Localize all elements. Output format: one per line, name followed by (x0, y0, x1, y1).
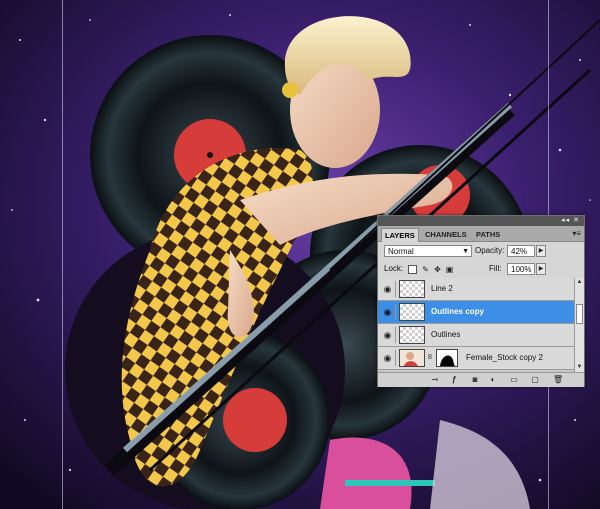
scroll-down-icon[interactable]: ▼ (575, 363, 584, 372)
eye-icon[interactable]: ◉ (380, 304, 396, 320)
layers-footer: ⊸ ƒ ◙ ◐ ▭ ▢ 🗑 (378, 372, 584, 387)
fill-label: Fill: (489, 264, 502, 273)
fill-input[interactable]: 100% (507, 263, 535, 275)
panel-titlebar[interactable]: ◂◂ ✕ (378, 216, 584, 226)
add-mask-icon[interactable]: ◙ (470, 375, 480, 385)
layer-name: Female_Stock copy 2 (466, 353, 543, 362)
layer-mask-thumbnail[interactable] (436, 349, 458, 367)
tab-paths[interactable]: PATHS (473, 228, 503, 241)
scroll-up-icon[interactable]: ▲ (575, 278, 584, 287)
guide-line-left (62, 0, 63, 509)
eye-icon[interactable]: ◉ (380, 350, 396, 366)
eye-icon[interactable]: ◉ (380, 327, 396, 343)
tab-channels[interactable]: CHANNELS (422, 228, 470, 241)
layer-row[interactable]: ◉ 8 Female_Stock copy 2 (378, 347, 574, 370)
layer-row-selected[interactable]: ◉ Outlines copy (378, 301, 574, 324)
lock-fill-row: Lock: ✎ ✥ ▣ Fill: 100% ▶ (378, 261, 584, 279)
lock-transparent-icon[interactable] (408, 265, 417, 274)
adjustment-icon[interactable]: ◐ (488, 375, 498, 385)
layers-list: ◉ Line 2 ◉ Outlines copy ◉ Outlines ◉ 8 … (378, 278, 574, 372)
layer-row[interactable]: ◉ Outlines (378, 324, 574, 347)
layer-row[interactable]: ◉ Line 2 (378, 278, 574, 301)
lock-label: Lock: (384, 264, 404, 273)
layer-thumbnail (399, 349, 425, 367)
new-layer-icon[interactable]: ▢ (530, 375, 540, 385)
layer-thumbnail (399, 303, 425, 321)
layer-name: Line 2 (431, 284, 453, 293)
panel-menu-icon[interactable]: ▾≡ (572, 229, 581, 238)
fx-icon[interactable]: ƒ (449, 375, 459, 385)
blend-opacity-row: Normal ▼ Opacity: 42% ▶ (378, 243, 584, 261)
fill-slider-icon[interactable]: ▶ (536, 263, 546, 275)
tab-layers[interactable]: LAYERS (381, 228, 419, 242)
link-icon[interactable]: 8 (428, 354, 432, 361)
layers-panel: ◂◂ ✕ LAYERS CHANNELS PATHS ▾≡ Normal ▼ O… (377, 215, 585, 387)
opacity-slider-icon[interactable]: ▶ (536, 245, 546, 257)
lock-move-icon[interactable]: ✥ (433, 265, 442, 274)
link-icon[interactable]: ⊸ (430, 375, 440, 385)
opacity-label: Opacity: (475, 246, 505, 255)
layers-scrollbar[interactable]: ▲ ▼ (574, 278, 584, 372)
lock-brush-icon[interactable]: ✎ (421, 265, 430, 274)
blend-mode-value: Normal (388, 247, 414, 256)
layer-thumbnail (399, 280, 425, 298)
panel-tabs: LAYERS CHANNELS PATHS ▾≡ (378, 226, 584, 242)
layer-name: Outlines copy (431, 307, 484, 316)
trash-icon[interactable]: 🗑 (553, 375, 563, 385)
lock-all-icon[interactable]: ▣ (445, 265, 454, 274)
layer-name: Outlines (431, 330, 461, 339)
scrollbar-thumb[interactable] (576, 304, 583, 324)
eye-icon[interactable]: ◉ (380, 281, 396, 297)
collapse-icon[interactable]: ◂◂ ✕ (561, 216, 580, 226)
blend-mode-select[interactable]: Normal ▼ (384, 245, 472, 257)
layer-thumbnail (399, 326, 425, 344)
chevron-down-icon: ▼ (462, 248, 469, 255)
opacity-input[interactable]: 42% (507, 245, 535, 257)
group-folder-icon[interactable]: ▭ (509, 375, 519, 385)
